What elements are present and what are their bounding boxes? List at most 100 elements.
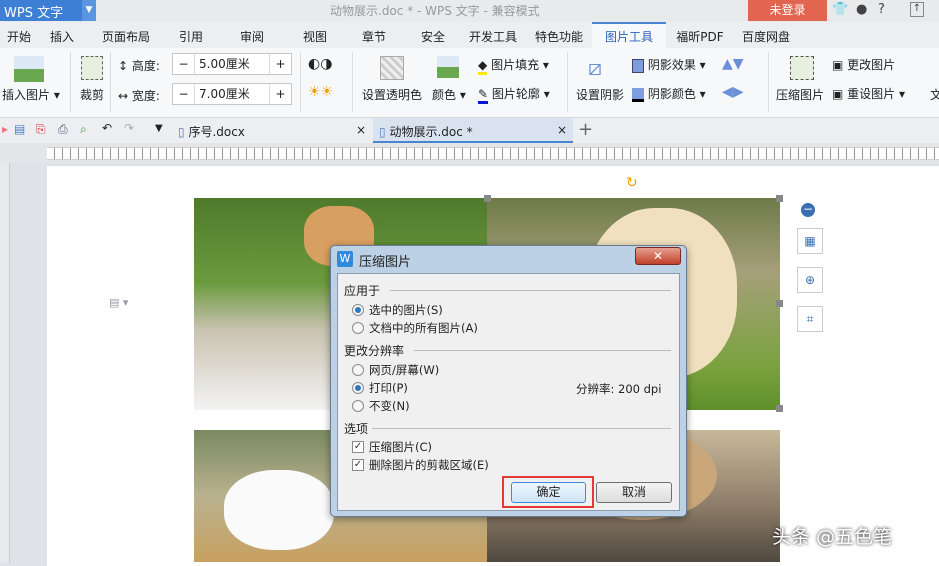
width-input[interactable]: 7.00厘米 <box>195 84 269 104</box>
tab-developer[interactable]: 开发工具 <box>460 22 526 48</box>
redo-icon[interactable]: ↷ <box>124 121 134 135</box>
reset-picture-icon: ▣ <box>832 87 844 101</box>
picture-outline-button[interactable]: ✎ 图片轮廓 ▾ <box>478 85 550 104</box>
zoom-in-icon[interactable]: ⊕ <box>797 267 823 293</box>
width-spinner[interactable]: −7.00厘米 + <box>172 83 292 105</box>
open-icon[interactable]: ▸ <box>2 122 8 136</box>
checkbox-compress-pictures[interactable]: ✓ 压缩图片(C) <box>352 439 432 455</box>
set-shadow-button[interactable]: 设置阴影 <box>576 86 624 103</box>
outline-icon: ✎ <box>478 87 489 104</box>
resize-handle[interactable] <box>776 300 783 307</box>
height-input[interactable]: 5.00厘米 <box>195 54 269 74</box>
color-button[interactable]: 颜色 ▾ <box>432 86 466 103</box>
tab-page-layout[interactable]: 页面布局 <box>86 22 166 48</box>
shadow-effect-button[interactable]: 阴影效果 ▾ <box>632 56 706 73</box>
radio-label: 网页/屏幕(W) <box>369 363 440 377</box>
height-spinner[interactable]: −5.00厘米 + <box>172 53 292 75</box>
height-decrement[interactable]: − <box>173 54 195 74</box>
wps-menu-button[interactable]: WPS 文字 ▼ <box>0 0 96 21</box>
radio-all-pictures[interactable]: 文档中的所有图片(A) <box>352 320 478 336</box>
radio-button[interactable] <box>352 382 364 394</box>
cancel-button[interactable]: 取消 <box>596 482 672 503</box>
restore-icon[interactable]: ↑ <box>910 2 924 17</box>
width-increment[interactable]: + <box>269 84 291 104</box>
tab-section[interactable]: 章节 <box>342 22 406 48</box>
radio-print[interactable]: 打印(P) <box>352 380 408 396</box>
print-preview-icon[interactable]: ⌕ <box>80 122 87 137</box>
chevron-down-icon[interactable]: ▼ <box>82 0 96 21</box>
help-button[interactable]: ? <box>878 2 885 17</box>
radio-button[interactable] <box>352 322 364 334</box>
height-increment[interactable]: + <box>269 54 291 74</box>
doc-tab-active[interactable]: ▯ 动物展示.doc * × <box>373 118 573 143</box>
ribbon: 插入图片 ▾ 裁剪 ↕ 高度: −5.00厘米 + ↔ 宽度: −7.00厘米 + … <box>0 48 939 118</box>
export-pdf-icon[interactable]: ⎘ <box>36 122 46 137</box>
feedback-icon[interactable]: ● <box>856 2 867 17</box>
resize-handle[interactable] <box>484 195 491 202</box>
crop-button[interactable]: 裁剪 <box>80 86 104 103</box>
close-icon[interactable]: ✕ <box>635 247 681 265</box>
compress-picture-button[interactable]: 压缩图片 <box>776 86 824 103</box>
tab-review[interactable]: 审阅 <box>216 22 288 48</box>
shadow-nudge-up-icon[interactable]: ▲▼ <box>722 56 744 72</box>
crop-float-icon[interactable]: ⌗ <box>797 306 823 332</box>
shadow-color-button[interactable]: 阴影颜色 ▾ <box>632 85 706 102</box>
radio-web-screen[interactable]: 网页/屏幕(W) <box>352 362 439 378</box>
shadow-nudge-side-icon[interactable]: ◀▶ <box>722 84 744 100</box>
tab-baidu-netdisk[interactable]: 百度网盘 <box>734 22 798 48</box>
resize-handle[interactable] <box>776 405 783 412</box>
checkbox-delete-cropped-areas[interactable]: ✓ 删除图片的剪裁区域(E) <box>352 457 489 473</box>
radio-button[interactable] <box>352 304 364 316</box>
apply-to-group-label: 应用于 <box>344 284 381 298</box>
skin-icon[interactable]: 👕 <box>832 2 848 17</box>
reset-picture-label: 重设图片 <box>847 87 896 101</box>
radio-button[interactable] <box>352 400 364 412</box>
set-transparent-button[interactable]: 设置透明色 <box>362 86 422 103</box>
undo-icon[interactable]: ↶ <box>102 121 112 135</box>
reset-picture-button[interactable]: ▣ 重设图片 ▾ <box>832 85 905 102</box>
login-button[interactable]: 未登录 <box>748 0 827 21</box>
close-tab-icon[interactable]: × <box>557 123 567 137</box>
resolution-value: 分辨率: 200 dpi <box>576 382 662 396</box>
ok-button[interactable]: 确定 <box>511 482 586 503</box>
height-icon: ↕ <box>118 59 129 73</box>
radio-no-change[interactable]: 不变(N) <box>352 398 410 414</box>
tab-picture-tools[interactable]: 图片工具 <box>592 22 666 48</box>
resize-handle[interactable] <box>776 195 783 202</box>
collapse-icon[interactable]: − <box>801 203 815 217</box>
color-label: 颜色 <box>432 88 457 102</box>
vertical-ruler[interactable] <box>0 163 10 563</box>
tab-start[interactable]: 开始 <box>0 22 38 48</box>
insert-picture-label: 插入图片 <box>2 88 51 102</box>
save-icon[interactable]: ▤ <box>14 122 25 136</box>
checkbox[interactable]: ✓ <box>352 441 364 453</box>
width-decrement[interactable]: − <box>173 84 195 104</box>
checkbox[interactable]: ✓ <box>352 459 364 471</box>
new-tab-icon[interactable]: + <box>578 119 593 140</box>
change-picture-button[interactable]: ▣ 更改图片 <box>832 56 895 73</box>
tab-special[interactable]: 特色功能 <box>526 22 592 48</box>
tab-view[interactable]: 视图 <box>288 22 342 48</box>
doc-tab[interactable]: ▯ 序号.docx × <box>172 118 372 143</box>
close-tab-icon[interactable]: × <box>356 123 366 137</box>
text-wrap-button[interactable]: 文 <box>930 86 939 103</box>
tab-foxit-pdf[interactable]: 福昕PDF <box>666 22 734 48</box>
insert-picture-button[interactable]: 插入图片 ▾ <box>2 86 60 103</box>
horizontal-ruler[interactable] <box>47 147 939 160</box>
tab-security[interactable]: 安全 <box>406 22 460 48</box>
shadow-effect-label: 阴影效果 <box>647 58 696 72</box>
tab-insert[interactable]: 插入 <box>38 22 86 48</box>
title-bar: WPS 文字 ▼ 动物展示.doc * - WPS 文字 - 兼容模式 未登录 👕… <box>0 0 939 22</box>
radio-button[interactable] <box>352 364 364 376</box>
radio-selected-pictures[interactable]: 选中的图片(S) <box>352 302 443 318</box>
rotate-handle-icon[interactable]: ↻ <box>626 175 638 191</box>
tab-references[interactable]: 引用 <box>166 22 216 48</box>
layout-options-icon[interactable]: ▦ <box>797 228 823 254</box>
divider <box>567 52 568 112</box>
picture-fill-button[interactable]: ◆ 图片填充 ▾ <box>478 56 549 75</box>
print-icon[interactable]: ⎙ <box>58 122 68 137</box>
contrast-icon[interactable]: ◐◑ <box>308 56 332 72</box>
change-picture-icon: ▣ <box>832 58 844 72</box>
brightness-icon[interactable]: ☀☀ <box>308 84 333 100</box>
customize-dropdown-icon[interactable]: ▼ <box>155 123 163 134</box>
